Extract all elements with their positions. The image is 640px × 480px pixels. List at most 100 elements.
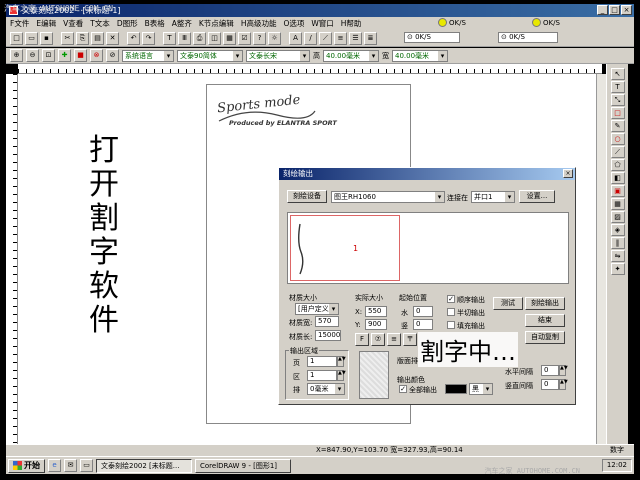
text-tool-icon[interactable]: T	[610, 81, 625, 93]
menu-text[interactable]: T文本	[90, 18, 110, 29]
half-cut-checkbox[interactable]	[447, 308, 455, 316]
menu-options[interactable]: O选项	[283, 18, 304, 29]
settings-button[interactable]: 设置...	[519, 190, 555, 203]
rectangle-tool-icon[interactable]: □	[610, 107, 625, 119]
page-spinner[interactable]: ▲▼	[337, 356, 346, 367]
menu-arrange[interactable]: A整齐	[172, 18, 192, 29]
polygon-tool-icon[interactable]: ⬠	[610, 159, 625, 171]
menu-node-edit[interactable]: K节点编辑	[199, 18, 234, 29]
style-combo[interactable]: 文泰长宋	[246, 49, 310, 62]
zoom-in-icon[interactable]: ⊕	[10, 49, 23, 62]
font-combo[interactable]: 文泰90简体	[177, 49, 243, 62]
vert-input[interactable]: 0	[413, 319, 433, 330]
font-icon[interactable]: A	[289, 31, 302, 45]
sequential-checkbox[interactable]: ✓	[447, 295, 455, 303]
color-combo[interactable]: 黑	[469, 383, 493, 395]
align-right-icon[interactable]: ≣	[364, 31, 377, 45]
output-preview[interactable]: 1	[287, 212, 569, 284]
menu-advanced[interactable]: H高级功能	[241, 18, 277, 29]
close-button[interactable]: ×	[621, 5, 632, 15]
slant-icon[interactable]: ⟋	[319, 31, 332, 45]
test-button[interactable]: 测试	[493, 297, 523, 310]
move-icon[interactable]: ✚	[58, 49, 71, 62]
page-input[interactable]: 1	[307, 356, 337, 367]
delete-icon[interactable]: ✕	[106, 31, 119, 45]
open-file-icon[interactable]: ▭	[25, 31, 38, 45]
redo-icon[interactable]: ↷	[142, 31, 155, 45]
mirror-tool-icon[interactable]: ⇋	[610, 250, 625, 262]
minimize-button[interactable]: _	[597, 5, 608, 15]
layout-thumbnail[interactable]	[359, 351, 389, 399]
fill-checkbox[interactable]	[447, 321, 455, 329]
desktop-icon[interactable]: ▭	[80, 459, 93, 472]
v-spacing-input[interactable]: 0	[541, 379, 559, 390]
zoom-page-icon[interactable]: ⊗	[90, 49, 103, 62]
paste-icon[interactable]: ▤	[91, 31, 104, 45]
color-swatch[interactable]	[445, 384, 467, 394]
cut-output-button[interactable]: 刻绘输出	[525, 297, 565, 310]
menu-help[interactable]: H帮助	[341, 18, 362, 29]
text-tool-icon[interactable]: T	[163, 31, 176, 45]
task-item-wentai[interactable]: 文泰刻绘2002 [未标题...	[96, 458, 192, 473]
align-button-f[interactable]: F	[355, 333, 369, 346]
row-combo[interactable]: 0毫米	[307, 383, 345, 395]
table-tool-icon[interactable]: ▦	[610, 198, 625, 210]
dialog-close-icon[interactable]: ×	[563, 169, 573, 178]
bulb-icon[interactable]: ☼	[268, 31, 281, 45]
print-icon[interactable]: ⎙	[193, 31, 206, 45]
barcode-tool-icon[interactable]: ‖	[610, 237, 625, 249]
contour-tool-icon[interactable]: ◈	[610, 224, 625, 236]
h-spacing-spinner[interactable]: ▲▼	[559, 365, 568, 376]
material-length-input[interactable]: 15000	[315, 330, 341, 341]
menu-file[interactable]: F文件	[10, 18, 29, 29]
ie-icon[interactable]: e	[48, 459, 61, 472]
area-input[interactable]: 1	[307, 370, 337, 381]
line-tool-icon[interactable]: ⟋	[610, 146, 625, 158]
end-button[interactable]: 结束	[525, 314, 565, 327]
align-button-4[interactable]: 〒	[403, 333, 417, 346]
maximize-button[interactable]: □	[609, 5, 620, 15]
align-button-2[interactable]: ⑦	[371, 333, 385, 346]
pen-tool-icon[interactable]: ✎	[610, 120, 625, 132]
start-button[interactable]: 开始	[8, 458, 45, 473]
menu-window[interactable]: W窗口	[311, 18, 333, 29]
zoom-out-icon[interactable]: ⊖	[26, 49, 39, 62]
menu-table[interactable]: B表格	[145, 18, 165, 29]
pointer-tool-icon[interactable]: ↖	[610, 68, 625, 80]
align-center-icon[interactable]: ☰	[349, 31, 362, 45]
auto-copy-button[interactable]: 自动复制	[525, 331, 565, 344]
language-combo[interactable]: 系统语言	[122, 49, 174, 62]
zoom-all-icon[interactable]: ⊘	[106, 49, 119, 62]
outlook-icon[interactable]: ✉	[64, 459, 77, 472]
color-tool-icon[interactable]: ▣	[610, 185, 625, 197]
v-spacing-spinner[interactable]: ▲▼	[559, 379, 568, 390]
help-icon[interactable]: ?	[253, 31, 266, 45]
device-button[interactable]: 刻绘设备	[287, 190, 327, 203]
align-left-icon[interactable]: ≡	[334, 31, 347, 45]
port-combo[interactable]: 并口1	[471, 191, 515, 203]
task-item-coreldraw[interactable]: CorelDRAW 9 - [图形1]	[195, 458, 291, 473]
new-file-icon[interactable]: □	[10, 31, 23, 45]
horiz-input[interactable]: 0	[413, 306, 433, 317]
material-combo[interactable]: [用户定义]	[295, 303, 339, 315]
menu-view[interactable]: V查看	[63, 18, 83, 29]
zoom-fit-icon[interactable]: ⊡	[42, 49, 55, 62]
align-button-3[interactable]: ≡	[387, 333, 401, 346]
weed-tool-icon[interactable]: ✦	[610, 263, 625, 275]
preview-icon[interactable]: ◫	[208, 31, 221, 45]
area-spinner[interactable]: ▲▼	[337, 370, 346, 381]
node-tool-icon[interactable]: ⤡	[610, 94, 625, 106]
height-combo[interactable]: 40.00毫米	[323, 49, 379, 62]
check-icon[interactable]: ☑	[238, 31, 251, 45]
menu-edit[interactable]: E编辑	[36, 18, 56, 29]
image-tool-icon[interactable]: ▨	[610, 211, 625, 223]
fill-tool-icon[interactable]: ◧	[610, 172, 625, 184]
h-spacing-input[interactable]: 0	[541, 365, 559, 376]
cut-icon[interactable]: ✂	[61, 31, 74, 45]
copy-icon[interactable]: ⎘	[76, 31, 89, 45]
device-combo[interactable]: 图王RH1060	[331, 191, 445, 203]
material-width-input[interactable]: 570	[315, 316, 339, 327]
actual-h-input[interactable]: 900	[365, 319, 387, 330]
width-combo[interactable]: 40.00毫米	[392, 49, 448, 62]
vertical-text-icon[interactable]: Ⅲ	[178, 31, 191, 45]
